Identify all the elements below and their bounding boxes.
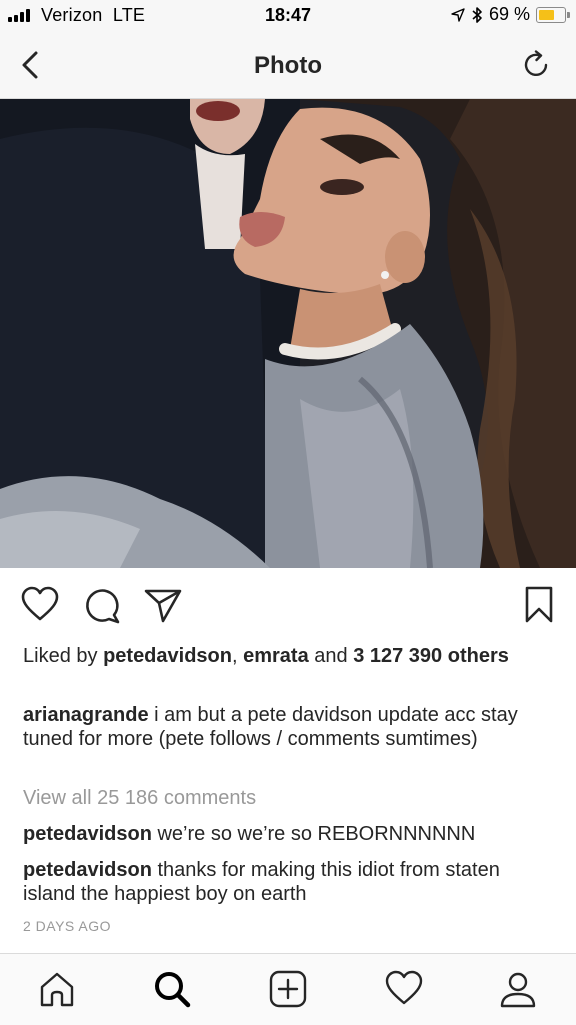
comment-username[interactable]: petedavidson: [23, 859, 152, 881]
liker-username[interactable]: emrata: [243, 645, 309, 667]
refresh-icon[interactable]: [522, 50, 552, 80]
liker-username[interactable]: petedavidson: [103, 645, 232, 667]
view-all-comments-link[interactable]: View all 25 186 comments: [23, 787, 256, 810]
heart-icon[interactable]: [20, 585, 60, 625]
share-icon[interactable]: [143, 585, 183, 625]
battery-fill: [539, 9, 554, 20]
battery-percent: 69 %: [488, 4, 530, 24]
likes-summary: Liked by petedavidson, emrata and 3 127 …: [23, 644, 543, 668]
home-icon[interactable]: [37, 969, 77, 1009]
comment-text: we’re so we’re so REBORNNNNNN: [151, 823, 476, 845]
status-bar: Verizon LTE 18:47 69 %: [0, 0, 576, 32]
comment: petedavidson thanks for making this idio…: [23, 858, 553, 906]
bookmark-icon[interactable]: [521, 585, 557, 625]
likes-prefix: Liked by: [23, 645, 104, 667]
comment-username[interactable]: petedavidson: [23, 823, 152, 845]
profile-icon[interactable]: [498, 969, 538, 1009]
location-arrow-icon: [451, 7, 465, 22]
post-photo[interactable]: [0, 99, 576, 568]
status-right: 69 %: [451, 4, 570, 25]
caption-username[interactable]: arianagrande: [23, 704, 149, 726]
likes-separator: ,: [231, 645, 244, 667]
search-icon[interactable]: [152, 969, 192, 1009]
activity-heart-icon[interactable]: [384, 969, 424, 1009]
add-post-icon[interactable]: [268, 969, 308, 1009]
battery-icon: [536, 6, 570, 23]
nav-bar: Photo: [0, 32, 576, 99]
tab-bar: [0, 953, 576, 1025]
page-title: Photo: [254, 52, 322, 79]
post-actions: [0, 585, 576, 625]
comment: petedavidson we’re so we’re so REBORNNNN…: [23, 822, 553, 846]
likes-and: and: [308, 645, 354, 667]
bluetooth-icon: [472, 6, 482, 23]
post-timestamp: 2 DAYS AGO: [23, 918, 111, 934]
comment-icon[interactable]: [82, 585, 122, 625]
photo-illustration: [0, 99, 576, 568]
post-caption: arianagrande i am but a pete davidson up…: [23, 703, 553, 751]
likes-count[interactable]: 3 127 390 others: [353, 645, 509, 667]
